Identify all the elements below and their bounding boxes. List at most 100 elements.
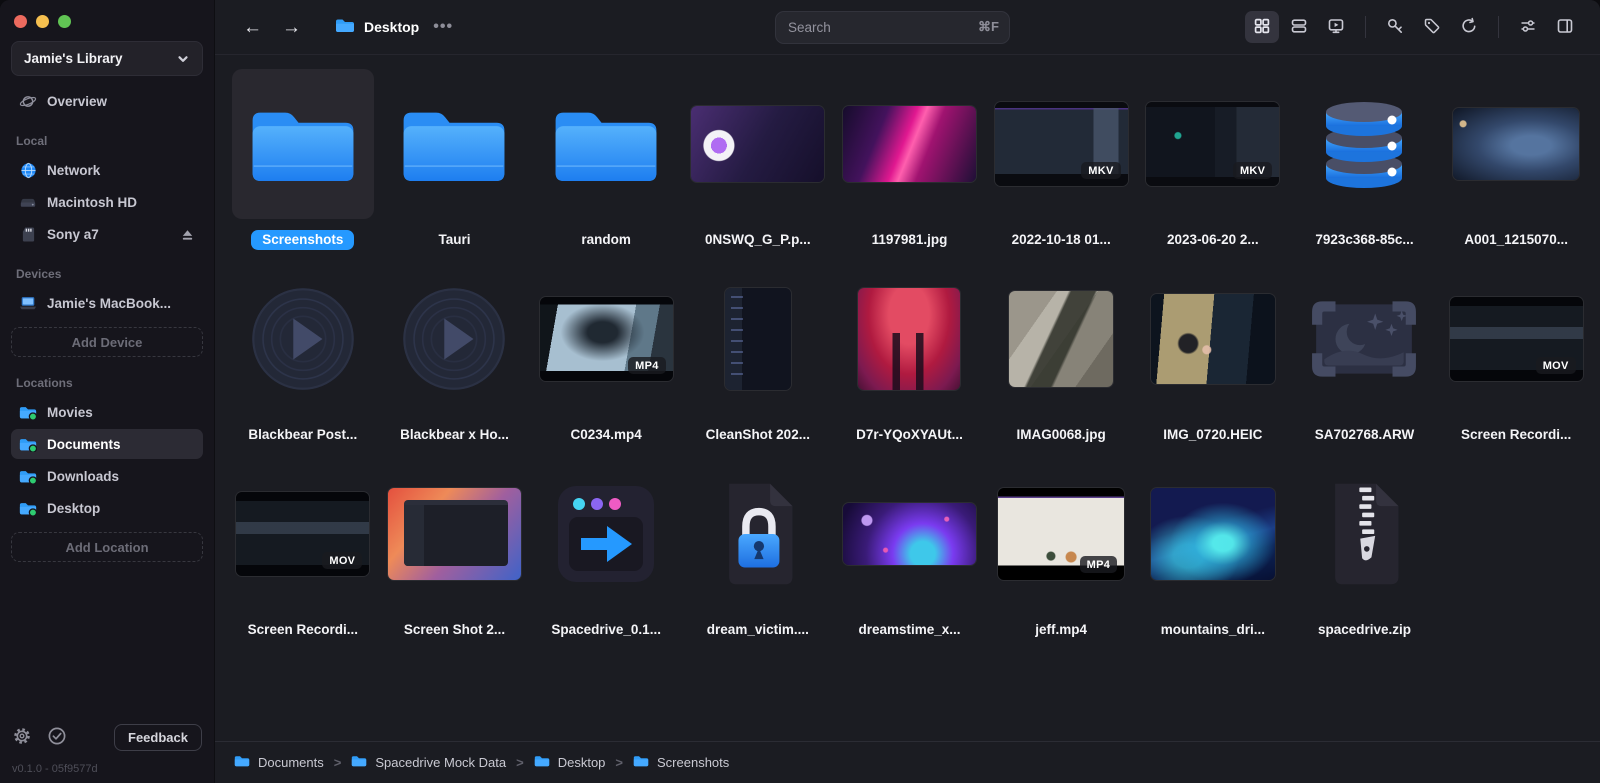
raw-image-icon — [1308, 298, 1420, 380]
file-item[interactable]: CleanShot 202... — [682, 264, 834, 459]
sidebar-item-overview[interactable]: Overview — [11, 86, 203, 116]
breadcrumb-documents[interactable]: Documents — [234, 754, 324, 771]
folder-icon — [19, 499, 37, 517]
file-item[interactable]: Spacedrive_0.1... — [530, 459, 682, 654]
file-item[interactable]: Blackbear x Ho... — [379, 264, 531, 459]
inspector-toggle-button[interactable] — [1548, 11, 1582, 43]
file-name: Screenshots — [251, 229, 355, 250]
breadcrumb-desktop[interactable]: Desktop — [534, 754, 605, 771]
file-type-badge: MP4 — [1079, 556, 1118, 573]
vinyl-play-icon — [249, 285, 357, 393]
media-view-button[interactable] — [1319, 11, 1353, 43]
forward-button[interactable]: → — [276, 16, 307, 39]
file-item[interactable]: D7r-YQoXYAUt... — [834, 264, 986, 459]
file-item[interactable]: MKV 2022-10-18 01... — [985, 69, 1137, 264]
back-button[interactable]: ← — [237, 16, 268, 39]
sidebar-item-movies[interactable]: Movies — [11, 397, 203, 427]
file-name: Screen Recordi... — [1461, 427, 1572, 442]
sidebar-item-downloads[interactable]: Downloads — [11, 461, 203, 491]
file-type-badge: MOV — [1535, 357, 1576, 374]
file-name: Blackbear x Ho... — [400, 427, 509, 442]
grid-view-button[interactable] — [1245, 11, 1279, 43]
file-item[interactable]: MOV Screen Recordi... — [1440, 264, 1592, 459]
list-view-icon — [1290, 17, 1308, 38]
image-thumbnail — [1453, 108, 1580, 180]
file-name: A001_1215070... — [1464, 232, 1568, 247]
minimize-window-button[interactable] — [36, 15, 49, 28]
image-thumbnail — [387, 488, 521, 580]
sidebar-item-label: Sony a7 — [47, 226, 99, 242]
file-name: mountains_dri... — [1160, 622, 1265, 637]
search-input[interactable] — [775, 11, 1010, 44]
sidebar-item-sony-a7[interactable]: Sony a7 — [11, 219, 203, 249]
folder-icon — [398, 100, 510, 188]
file-item[interactable]: 7923c368-85c... — [1289, 69, 1441, 264]
file-grid-area: Screenshots Tauri random 0NSWQ_G_P.p... — [215, 55, 1600, 741]
breadcrumb-screenshots[interactable]: Screenshots — [633, 754, 729, 771]
feedback-button[interactable]: Feedback — [114, 724, 202, 751]
file-item[interactable]: spacedrive.zip — [1289, 459, 1441, 654]
list-view-button[interactable] — [1282, 11, 1316, 43]
file-item[interactable]: SA702768.ARW — [1289, 264, 1441, 459]
breadcrumb-spacedrive-mock-data[interactable]: Spacedrive Mock Data — [351, 754, 506, 771]
sidebar-item-network[interactable]: Network — [11, 155, 203, 185]
file-name: spacedrive.zip — [1317, 622, 1412, 637]
settings-button[interactable] — [12, 726, 32, 749]
file-type-badge: MOV — [322, 552, 363, 569]
file-item[interactable]: 1197981.jpg — [834, 69, 986, 264]
add-device-button[interactable]: Add Device — [11, 327, 203, 357]
file-item[interactable]: mountains_dri... — [1137, 459, 1289, 654]
file-item[interactable]: MKV 2023-06-20 2... — [1137, 69, 1289, 264]
file-name: 7923c368-85c... — [1315, 232, 1414, 247]
folder-icon — [633, 754, 649, 771]
file-name: 0NSWQ_G_P.p... — [705, 232, 811, 247]
sidebar-item-documents[interactable]: Documents — [11, 429, 203, 459]
close-window-button[interactable] — [14, 15, 27, 28]
sync-status-button[interactable] — [47, 726, 67, 749]
folder-icon — [550, 100, 662, 188]
file-item[interactable]: A001_1215070... — [1440, 69, 1592, 264]
folder-icon — [335, 17, 355, 37]
sidebar-item-desktop[interactable]: Desktop — [11, 493, 203, 523]
more-options-button[interactable]: ••• — [433, 18, 453, 36]
zoom-window-button[interactable] — [58, 15, 71, 28]
file-type-badge: MKV — [1081, 162, 1121, 179]
display-options-button[interactable] — [1511, 11, 1545, 43]
file-item[interactable]: IMAG0068.jpg — [985, 264, 1137, 459]
sidebar-item-label: Network — [47, 162, 101, 178]
vinyl-play-icon — [400, 285, 508, 393]
refresh-button[interactable] — [1452, 11, 1486, 43]
file-item[interactable]: MP4 C0234.mp4 — [530, 264, 682, 459]
media-view-icon — [1327, 17, 1345, 38]
file-item[interactable]: dreamstime_x... — [834, 459, 986, 654]
file-name: jeff.mp4 — [1035, 622, 1088, 637]
add-location-button[interactable]: Add Location — [11, 532, 203, 562]
folder-icon — [234, 754, 250, 771]
file-name: CleanShot 202... — [705, 427, 810, 442]
file-name: random — [581, 232, 631, 247]
file-item[interactable]: dream_victim.... — [682, 459, 834, 654]
file-item[interactable]: Blackbear Post... — [227, 264, 379, 459]
encrypted-file-icon — [716, 480, 800, 588]
sidebar: Jamie's Library Overview Local Network M… — [0, 0, 215, 783]
tag-button[interactable] — [1415, 11, 1449, 43]
folder-icon — [19, 403, 37, 421]
file-item[interactable]: MP4 jeff.mp4 — [985, 459, 1137, 654]
section-title-devices: Devices — [16, 267, 62, 281]
file-item-screenshots[interactable]: Screenshots — [227, 69, 379, 264]
path-bar: Documents > Spacedrive Mock Data > Deskt… — [215, 741, 1600, 783]
library-switcher[interactable]: Jamie's Library — [11, 41, 203, 76]
file-item[interactable]: Tauri — [379, 69, 531, 264]
chevron-down-icon — [176, 52, 190, 66]
sidebar-item-jamies-macbook[interactable]: Jamie's MacBook... — [11, 288, 203, 318]
database-icon — [1314, 94, 1414, 194]
file-item[interactable]: IMG_0720.HEIC — [1137, 264, 1289, 459]
file-item[interactable]: 0NSWQ_G_P.p... — [682, 69, 834, 264]
sidebar-item-macintosh-hd[interactable]: Macintosh HD — [11, 187, 203, 217]
file-type-badge: MKV — [1232, 162, 1273, 179]
file-item[interactable]: Screen Shot 2... — [379, 459, 531, 654]
key-manager-button[interactable] — [1378, 11, 1412, 43]
file-item[interactable]: MOV Screen Recordi... — [227, 459, 379, 654]
eject-icon[interactable] — [180, 227, 195, 242]
file-item[interactable]: random — [530, 69, 682, 264]
